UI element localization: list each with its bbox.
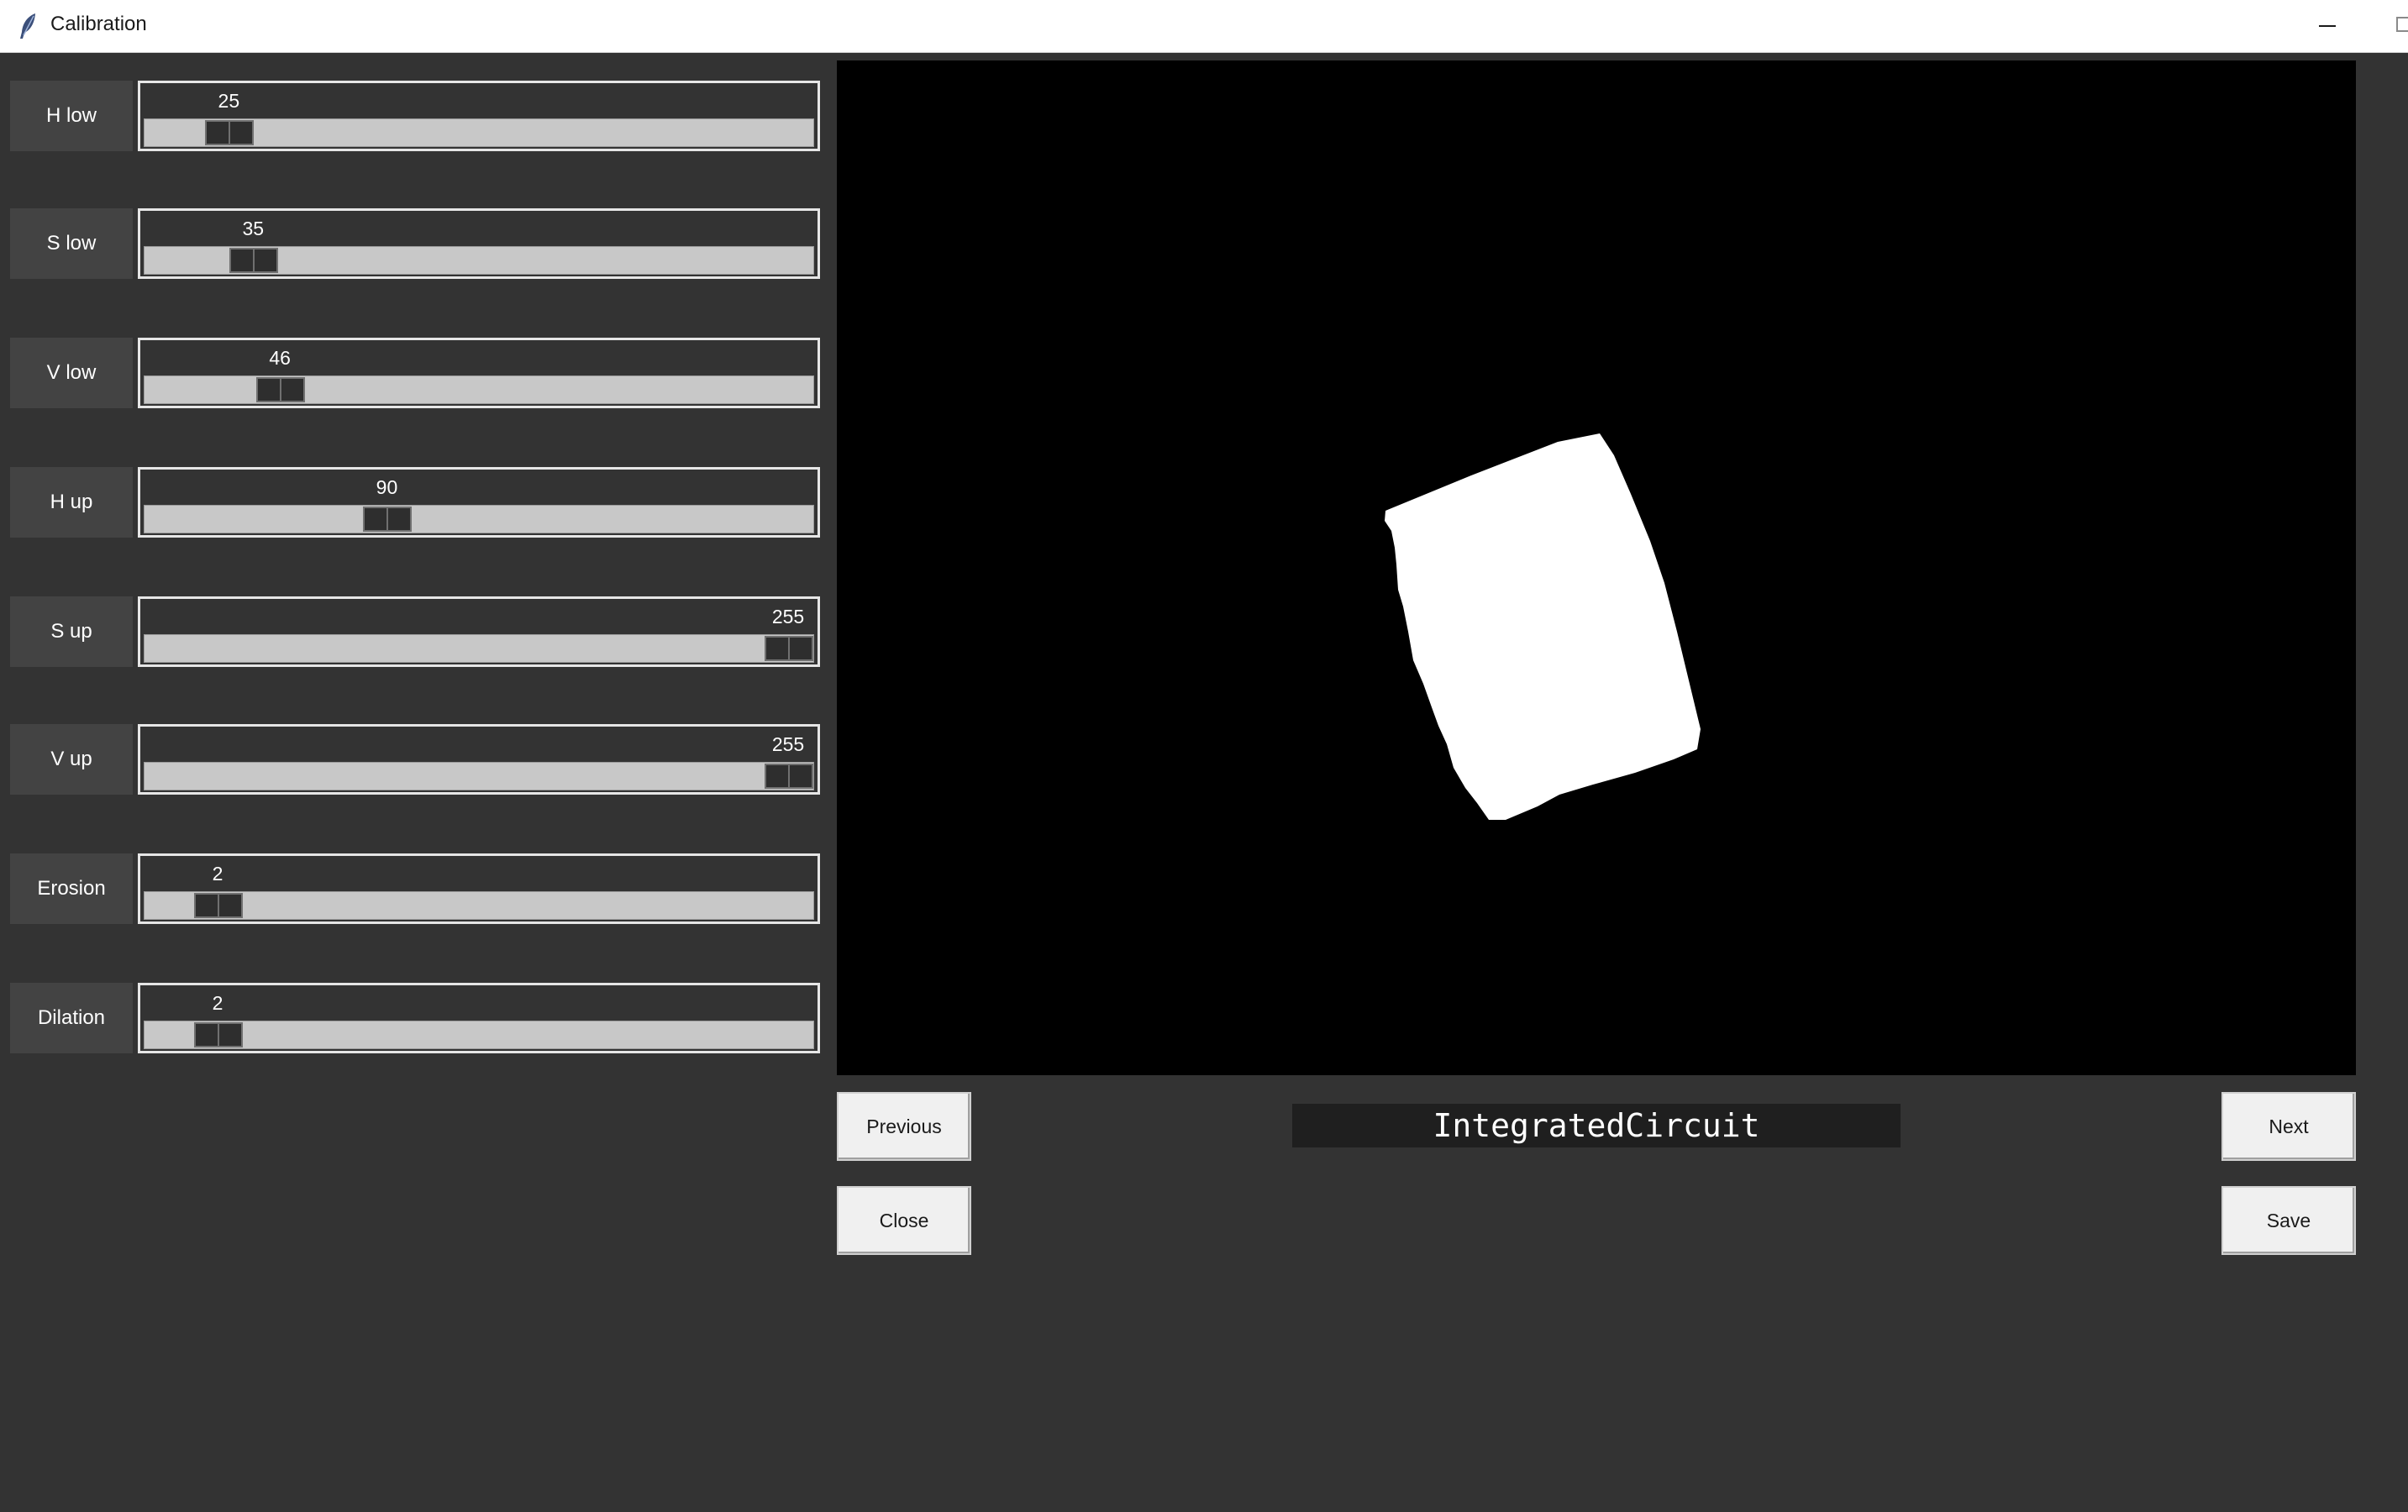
slider-row-h-up: H up 90 bbox=[10, 467, 820, 539]
slider-trough[interactable] bbox=[144, 634, 814, 663]
slider-row-s-low: S low 35 bbox=[10, 208, 820, 281]
slider-label: S low bbox=[10, 208, 133, 279]
slider-thumb[interactable] bbox=[765, 764, 813, 789]
slider-row-h-low: H low 25 bbox=[10, 81, 820, 153]
s-low-slider[interactable]: 35 bbox=[138, 208, 820, 279]
slider-value: 2 bbox=[212, 992, 223, 1014]
slider-thumb[interactable] bbox=[229, 248, 279, 273]
calibration-window: Calibration H low 25 S low 35 V low 46 H… bbox=[0, 0, 2408, 1512]
slider-label: V low bbox=[10, 338, 133, 408]
slider-value: 90 bbox=[376, 476, 398, 498]
erosion-slider[interactable]: 2 bbox=[138, 853, 820, 924]
slider-label: S up bbox=[10, 596, 133, 667]
close-button[interactable]: Close bbox=[837, 1186, 971, 1255]
slider-trough[interactable] bbox=[144, 505, 814, 533]
previous-button[interactable]: Previous bbox=[837, 1092, 971, 1161]
title-bar[interactable]: Calibration bbox=[0, 0, 2408, 53]
feather-icon bbox=[20, 13, 35, 39]
class-name-label: IntegratedCircuit bbox=[1292, 1104, 1901, 1147]
slider-thumb[interactable] bbox=[194, 1022, 244, 1047]
slider-trough[interactable] bbox=[144, 891, 814, 920]
h-low-slider[interactable]: 25 bbox=[138, 81, 820, 151]
slider-value: 35 bbox=[242, 218, 265, 239]
slider-thumb[interactable] bbox=[256, 377, 306, 402]
window-title: Calibration bbox=[50, 13, 147, 35]
slider-value: 2 bbox=[212, 863, 223, 885]
slider-row-v-up: V up 255 bbox=[10, 724, 820, 796]
slider-trough[interactable] bbox=[144, 1021, 814, 1049]
slider-label: V up bbox=[10, 724, 133, 795]
save-button[interactable]: Save bbox=[2221, 1186, 2356, 1255]
slider-label: Dilation bbox=[10, 983, 133, 1053]
slider-value: 25 bbox=[218, 90, 240, 112]
slider-value: 255 bbox=[771, 606, 805, 627]
next-button[interactable]: Next bbox=[2221, 1092, 2356, 1161]
maximize-button[interactable] bbox=[2386, 0, 2408, 52]
mask-preview-image bbox=[837, 60, 2356, 1075]
slider-thumb[interactable] bbox=[765, 636, 813, 661]
slider-row-dilation: Dilation 2 bbox=[10, 983, 820, 1055]
v-low-slider[interactable]: 46 bbox=[138, 338, 820, 408]
slider-thumb[interactable] bbox=[205, 120, 255, 145]
v-up-slider[interactable]: 255 bbox=[138, 724, 820, 795]
slider-row-v-low: V low 46 bbox=[10, 338, 820, 410]
slider-row-s-up: S up 255 bbox=[10, 596, 820, 669]
slider-thumb[interactable] bbox=[363, 507, 413, 532]
slider-trough[interactable] bbox=[144, 246, 814, 275]
slider-trough[interactable] bbox=[144, 118, 814, 147]
slider-value: 255 bbox=[771, 733, 805, 755]
s-up-slider[interactable]: 255 bbox=[138, 596, 820, 667]
minimize-button[interactable] bbox=[2302, 0, 2353, 52]
h-up-slider[interactable]: 90 bbox=[138, 467, 820, 538]
mask-blob bbox=[1385, 433, 1701, 820]
dilation-slider[interactable]: 2 bbox=[138, 983, 820, 1053]
slider-thumb[interactable] bbox=[194, 893, 244, 918]
slider-trough[interactable] bbox=[144, 762, 814, 790]
slider-label: H low bbox=[10, 81, 133, 151]
slider-row-erosion: Erosion 2 bbox=[10, 853, 820, 926]
slider-trough[interactable] bbox=[144, 375, 814, 404]
slider-label: H up bbox=[10, 467, 133, 538]
slider-label: Erosion bbox=[10, 853, 133, 924]
slider-value: 46 bbox=[269, 347, 291, 369]
